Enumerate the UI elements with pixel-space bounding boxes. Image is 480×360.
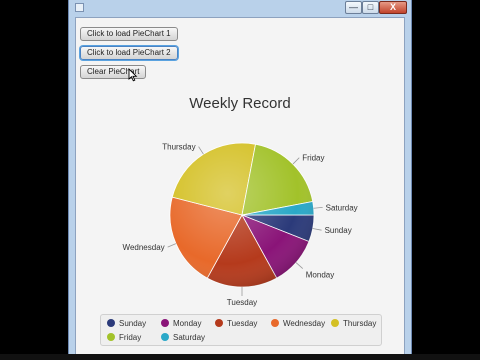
app-icon	[75, 3, 84, 12]
pie-label-sunday: Sunday	[325, 226, 352, 235]
legend-label: Saturday	[173, 333, 206, 342]
app-window: — □ X Click to load PieChart 1 Click to …	[68, 0, 412, 360]
pie-label-friday: Friday	[302, 154, 324, 163]
legend-swatch	[271, 318, 279, 327]
legend-label: Sunday	[119, 319, 147, 328]
close-button[interactable]: X	[379, 1, 407, 14]
minimize-button[interactable]: —	[345, 1, 362, 14]
pie-label-saturday: Saturday	[326, 203, 358, 212]
pie-label-thursday: Thursday	[162, 143, 195, 152]
pie-label-line	[292, 157, 300, 165]
legend-swatch	[107, 332, 115, 341]
legend-item-thursday: Thursday	[331, 318, 377, 329]
pie-label-line	[295, 262, 304, 269]
legend-label: Tuesday	[227, 319, 258, 328]
legend-label: Friday	[119, 333, 142, 342]
pie-label-line	[313, 206, 323, 209]
legend-swatch	[331, 318, 339, 327]
pie-label-monday: Monday	[306, 271, 334, 280]
chart-legend: Sunday Monday Tuesday Wednesday Thursday Frid…	[100, 314, 382, 346]
legend-label: Wednesday	[283, 319, 326, 328]
legend-item-saturday: Saturday	[161, 332, 206, 343]
legend-label: Thursday	[343, 319, 377, 328]
legend-swatch	[107, 318, 115, 327]
legend-item-wednesday: Wednesday	[271, 318, 326, 329]
pie-label-line	[167, 243, 177, 248]
legend-item-tuesday: Tuesday	[215, 318, 258, 329]
legend-swatch	[215, 318, 223, 327]
pie-chart: Sunday Monday Tuesday Wednesday Thursday Frid…	[123, 142, 358, 307]
content-area: Click to load PieChart 1 Click to load P…	[75, 17, 405, 360]
pie-label-line	[198, 146, 204, 155]
taskbar-strip	[0, 354, 480, 360]
pie-label-wednesday: Wednesday	[123, 243, 165, 252]
legend-swatch	[161, 332, 169, 341]
legend-item-sunday: Sunday	[107, 318, 147, 329]
pie-label-line	[312, 228, 322, 231]
title-bar: — □ X	[69, 0, 411, 16]
legend-item-monday: Monday	[161, 318, 202, 329]
maximize-button[interactable]: □	[362, 1, 379, 14]
legend-label: Monday	[173, 319, 202, 328]
pie-label-tuesday: Tuesday	[227, 298, 257, 307]
legend-swatch	[161, 318, 169, 327]
legend-item-friday: Friday	[107, 332, 142, 343]
